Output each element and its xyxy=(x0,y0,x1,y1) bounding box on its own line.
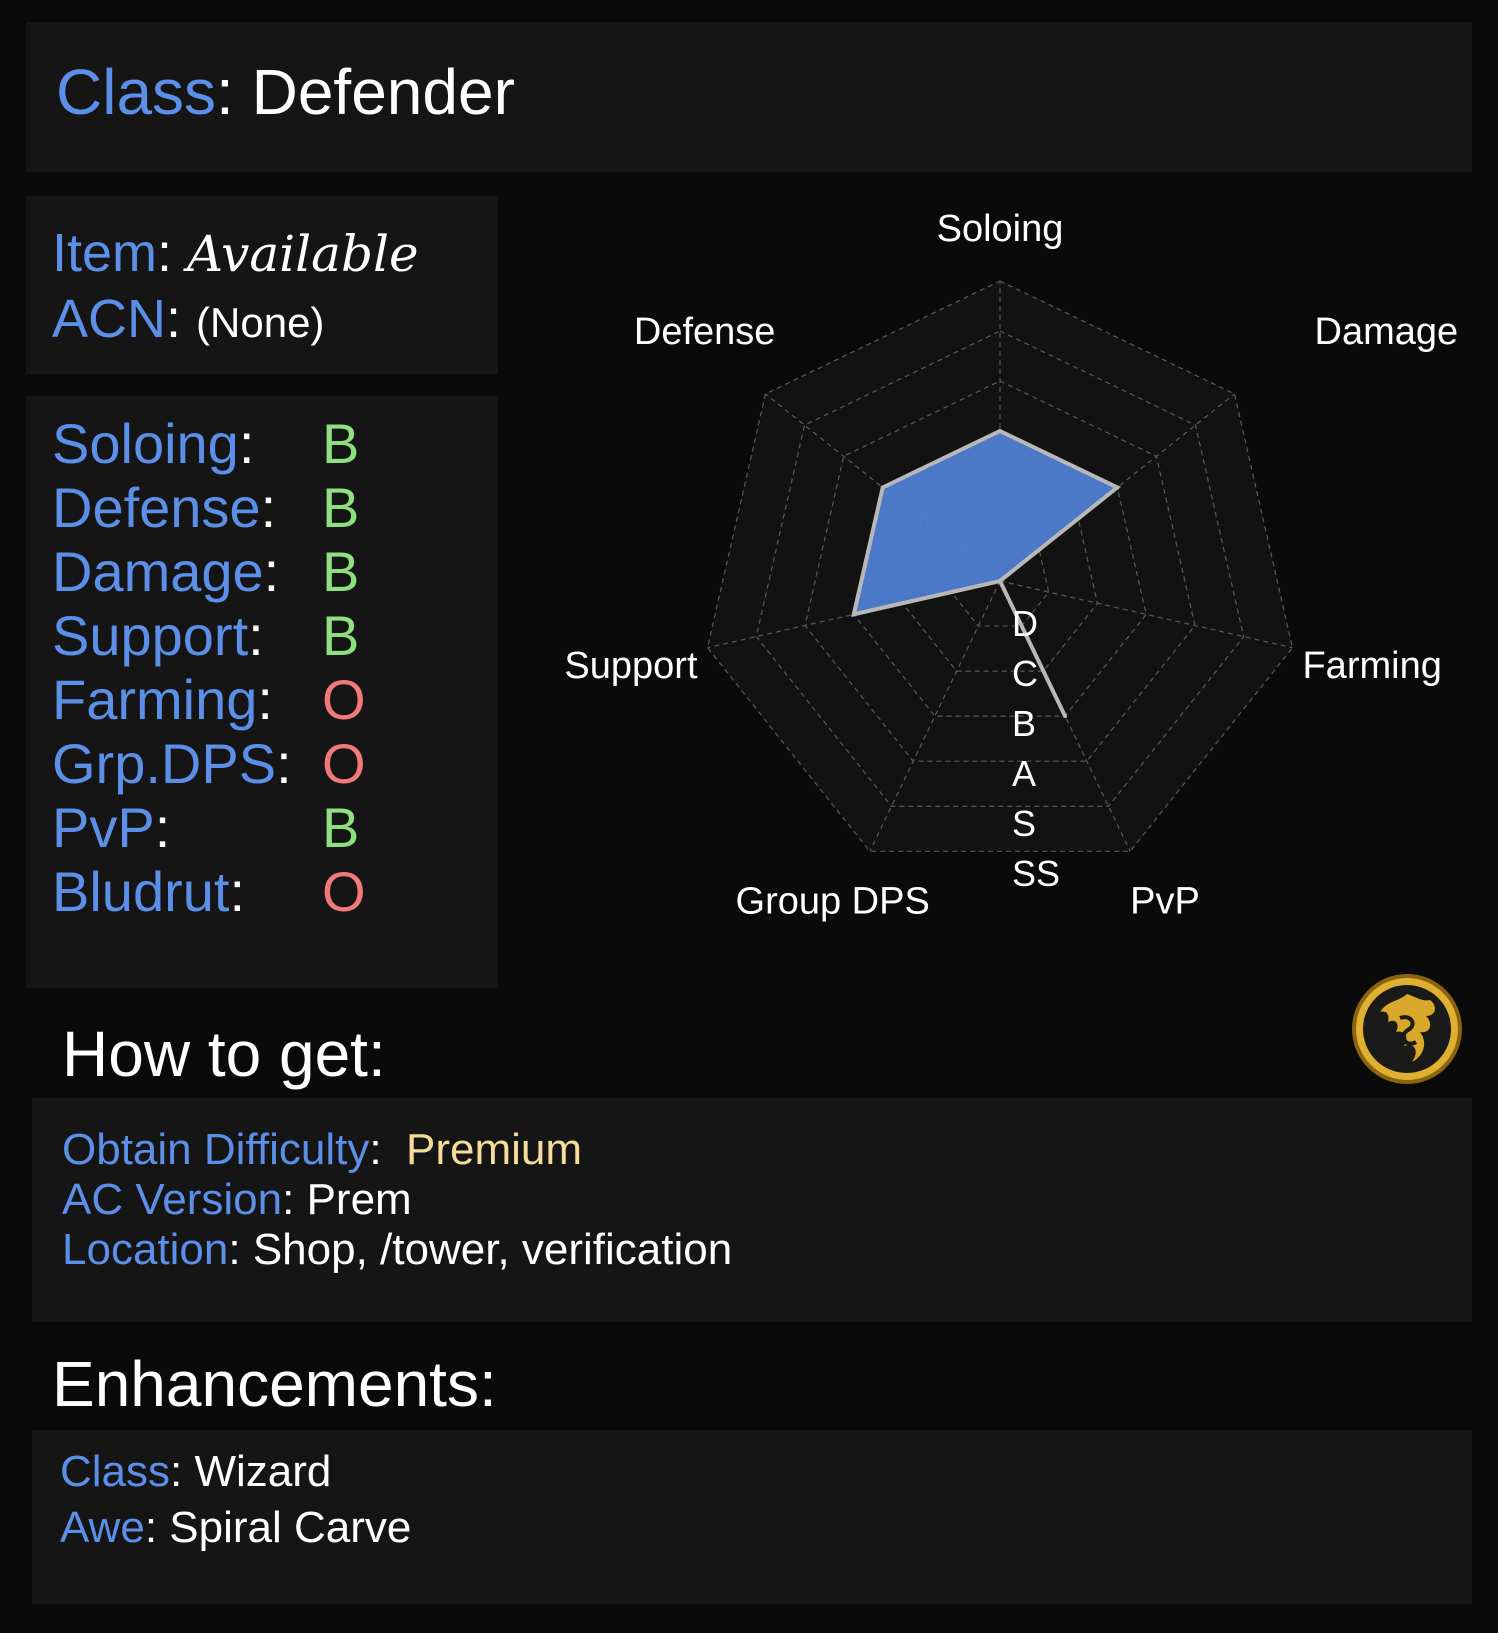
enhancements-panel: Class: Wizard Awe: Spiral Carve xyxy=(32,1430,1472,1604)
radar-axis-label: PvP xyxy=(1130,880,1200,922)
grade-label: Support xyxy=(52,604,249,667)
grade-label: Bludrut xyxy=(52,860,230,923)
grade-value: B xyxy=(322,476,360,539)
enhancements-title: Enhancements: xyxy=(52,1348,497,1420)
radar-scale-label: S xyxy=(1012,803,1036,844)
location-label: Location xyxy=(62,1225,229,1274)
radar-axis-label: Farming xyxy=(1302,645,1441,687)
location-row: Location: Shop, /tower, verification xyxy=(62,1225,733,1274)
enh-class-row: Class: Wizard xyxy=(60,1447,332,1496)
difficulty-row: Obtain Difficulty: Premium xyxy=(62,1125,583,1174)
grade-row-bludrut: Bludrut: O xyxy=(52,860,366,923)
radar-scale-label: A xyxy=(1012,753,1036,794)
class-label: Class xyxy=(56,56,217,128)
grade-row-grp-dps: Grp.DPS: O xyxy=(52,732,366,795)
grade-value: B xyxy=(322,540,360,603)
grade-value: B xyxy=(322,796,360,859)
grade-label: PvP xyxy=(52,796,155,859)
class-panel: Class: Defender xyxy=(26,22,1472,172)
dragon-emblem-icon xyxy=(1350,972,1464,1086)
radar-axis-label: Soloing xyxy=(937,208,1064,250)
enh-awe-row: Awe: Spiral Carve xyxy=(60,1503,412,1552)
radar-axis-label: Support xyxy=(564,645,698,687)
radar-chart: D C B A S SS Soloing Damage Farming PvP Group DPS S… xyxy=(520,196,1480,976)
grade-value: B xyxy=(322,412,360,475)
how-to-get-title: How to get: xyxy=(62,1018,386,1090)
grade-label: Defense xyxy=(52,476,261,539)
grade-label: Grp.DPS xyxy=(52,732,277,795)
class-value: Defender xyxy=(251,56,515,128)
location-value: Shop, /tower, verification xyxy=(252,1225,733,1274)
grade-label: Farming xyxy=(52,668,258,731)
radar-scale-label: D xyxy=(1012,603,1038,644)
radar-axis-label: Defense xyxy=(634,311,776,353)
enh-awe-value: Spiral Carve xyxy=(169,1503,412,1552)
radar-axis-label: Damage xyxy=(1315,311,1459,353)
radar-axis-label: Group DPS xyxy=(736,880,930,922)
item-label: Item xyxy=(52,223,158,283)
grade-label: Soloing xyxy=(52,412,239,475)
radar-scale-label: B xyxy=(1012,703,1036,744)
class-row: Class: Defender xyxy=(56,56,515,128)
radar-point xyxy=(1063,714,1068,719)
grade-value: O xyxy=(322,668,366,731)
grade-row-damage: Damage: B xyxy=(52,540,360,603)
radar-scale-label: C xyxy=(1012,653,1038,694)
grade-row-pvp: PvP: B xyxy=(52,796,360,859)
grade-value: O xyxy=(322,860,366,923)
acn-value: (None) xyxy=(196,299,325,346)
acn-row: ACN: (None) xyxy=(52,289,325,349)
enh-class-label: Class xyxy=(60,1447,171,1496)
grade-label: Damage xyxy=(52,540,264,603)
radar-point xyxy=(851,612,856,617)
difficulty-label: Obtain Difficulty xyxy=(62,1125,370,1174)
difficulty-value: Premium xyxy=(406,1125,583,1174)
radar-chart-svg: DCBASSSSoloingDamageFarmingPvPGroup DPSS… xyxy=(564,208,1459,922)
radar-point xyxy=(1115,485,1120,490)
radar-point xyxy=(998,429,1002,433)
enh-class-value: Wizard xyxy=(194,1447,332,1496)
grade-value: O xyxy=(322,732,366,795)
radar-point xyxy=(880,485,885,490)
how-to-get-panel: Obtain Difficulty: Premium AC Version: P… xyxy=(32,1098,1472,1322)
acn-label: ACN xyxy=(52,289,167,349)
enh-awe-label: Awe xyxy=(60,1503,145,1552)
version-label: AC Version xyxy=(62,1175,283,1224)
grade-value: B xyxy=(322,604,360,667)
version-row: AC Version: Prem xyxy=(62,1175,412,1224)
grade-row-soloing: Soloing: B xyxy=(52,412,360,475)
grades-panel: Soloing: B Defense: B Damage: B Support: B F… xyxy=(26,396,498,988)
radar-point xyxy=(998,579,1002,583)
radar-scale-label: SS xyxy=(1012,853,1060,894)
grade-row-farming: Farming: O xyxy=(52,668,366,731)
grade-row-defense: Defense: B xyxy=(52,476,360,539)
item-panel: Item: Available ACN: (None) xyxy=(26,196,498,374)
item-row: Item: Available xyxy=(52,223,419,283)
version-value: Prem xyxy=(306,1175,412,1224)
grade-row-support: Support: B xyxy=(52,604,360,667)
item-value: Available xyxy=(187,225,419,283)
